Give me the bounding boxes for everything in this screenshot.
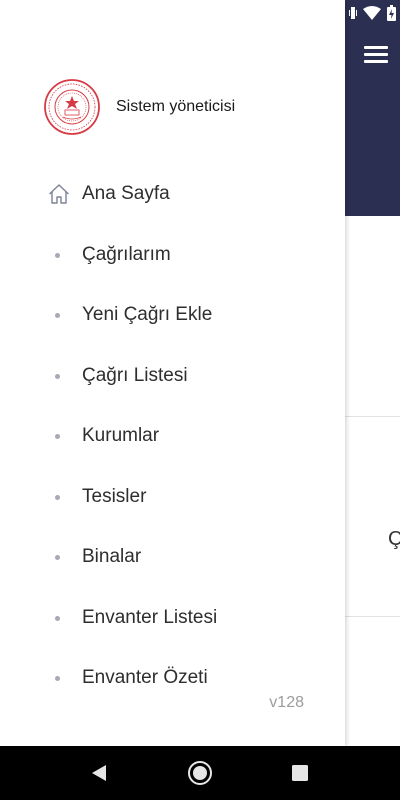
recents-icon[interactable] — [292, 765, 308, 781]
bullet-icon — [55, 555, 60, 561]
bullet-icon — [55, 676, 60, 682]
divider — [345, 416, 400, 417]
drawer-profile: Sistem yöneticisi — [44, 79, 235, 135]
home-icon — [49, 184, 69, 204]
bullet-icon — [55, 494, 60, 500]
menu-item-cagri-listesi[interactable]: Çağrı Listesi — [0, 346, 345, 407]
bullet-icon — [55, 615, 60, 621]
bullet-icon — [55, 434, 60, 440]
menu-item-tesisler[interactable]: Tesisler — [0, 467, 345, 528]
navigation-drawer: Sistem yöneticisi Ana Sayfa Çağrılarım Y… — [0, 0, 345, 746]
menu-item-label: Envanter Özeti — [82, 667, 208, 689]
status-bar — [349, 4, 396, 22]
bullet-icon — [55, 252, 60, 258]
menu-item-label: Yeni Çağrı Ekle — [82, 304, 213, 326]
system-nav-bar — [0, 746, 400, 800]
user-name: Sistem yöneticisi — [116, 98, 236, 115]
menu-item-yeni-cagri-ekle[interactable]: Yeni Çağrı Ekle — [0, 285, 345, 346]
menu-item-label: Tesisler — [82, 485, 147, 507]
menu-item-label: Kurumlar — [82, 425, 160, 447]
menu-item-cagrilarim[interactable]: Çağrılarım — [0, 225, 345, 286]
menu-item-binalar[interactable]: Binalar — [0, 527, 345, 588]
version-label: v128 — [269, 694, 304, 711]
bullet-icon — [55, 313, 60, 319]
divider — [345, 616, 400, 617]
menu-item-kurumlar[interactable]: Kurumlar — [0, 406, 345, 467]
home-circle-icon[interactable] — [187, 760, 213, 786]
menu-item-ana-sayfa[interactable]: Ana Sayfa — [0, 164, 345, 225]
menu-item-label: Çağrılarım — [82, 243, 171, 265]
menu-item-label: Ana Sayfa — [82, 183, 170, 205]
vibrate-icon — [349, 7, 357, 19]
menu-item-label: Binalar — [82, 546, 142, 568]
bullet-icon — [55, 373, 60, 379]
ministry-seal-logo — [44, 79, 100, 135]
menu-item-label: Çağrı Listesi — [82, 364, 188, 386]
menu-item-label: Envanter Listesi — [82, 606, 218, 628]
menu-item-envanter-listesi[interactable]: Envanter Listesi — [0, 588, 345, 649]
wifi-icon — [363, 6, 381, 20]
drawer-menu: Ana Sayfa Çağrılarım Yeni Çağrı Ekle Çağ… — [0, 164, 345, 709]
hamburger-menu-icon[interactable] — [364, 44, 390, 66]
battery-charging-icon — [387, 5, 396, 21]
back-icon[interactable] — [90, 764, 108, 782]
background-text: Ç — [388, 528, 400, 550]
